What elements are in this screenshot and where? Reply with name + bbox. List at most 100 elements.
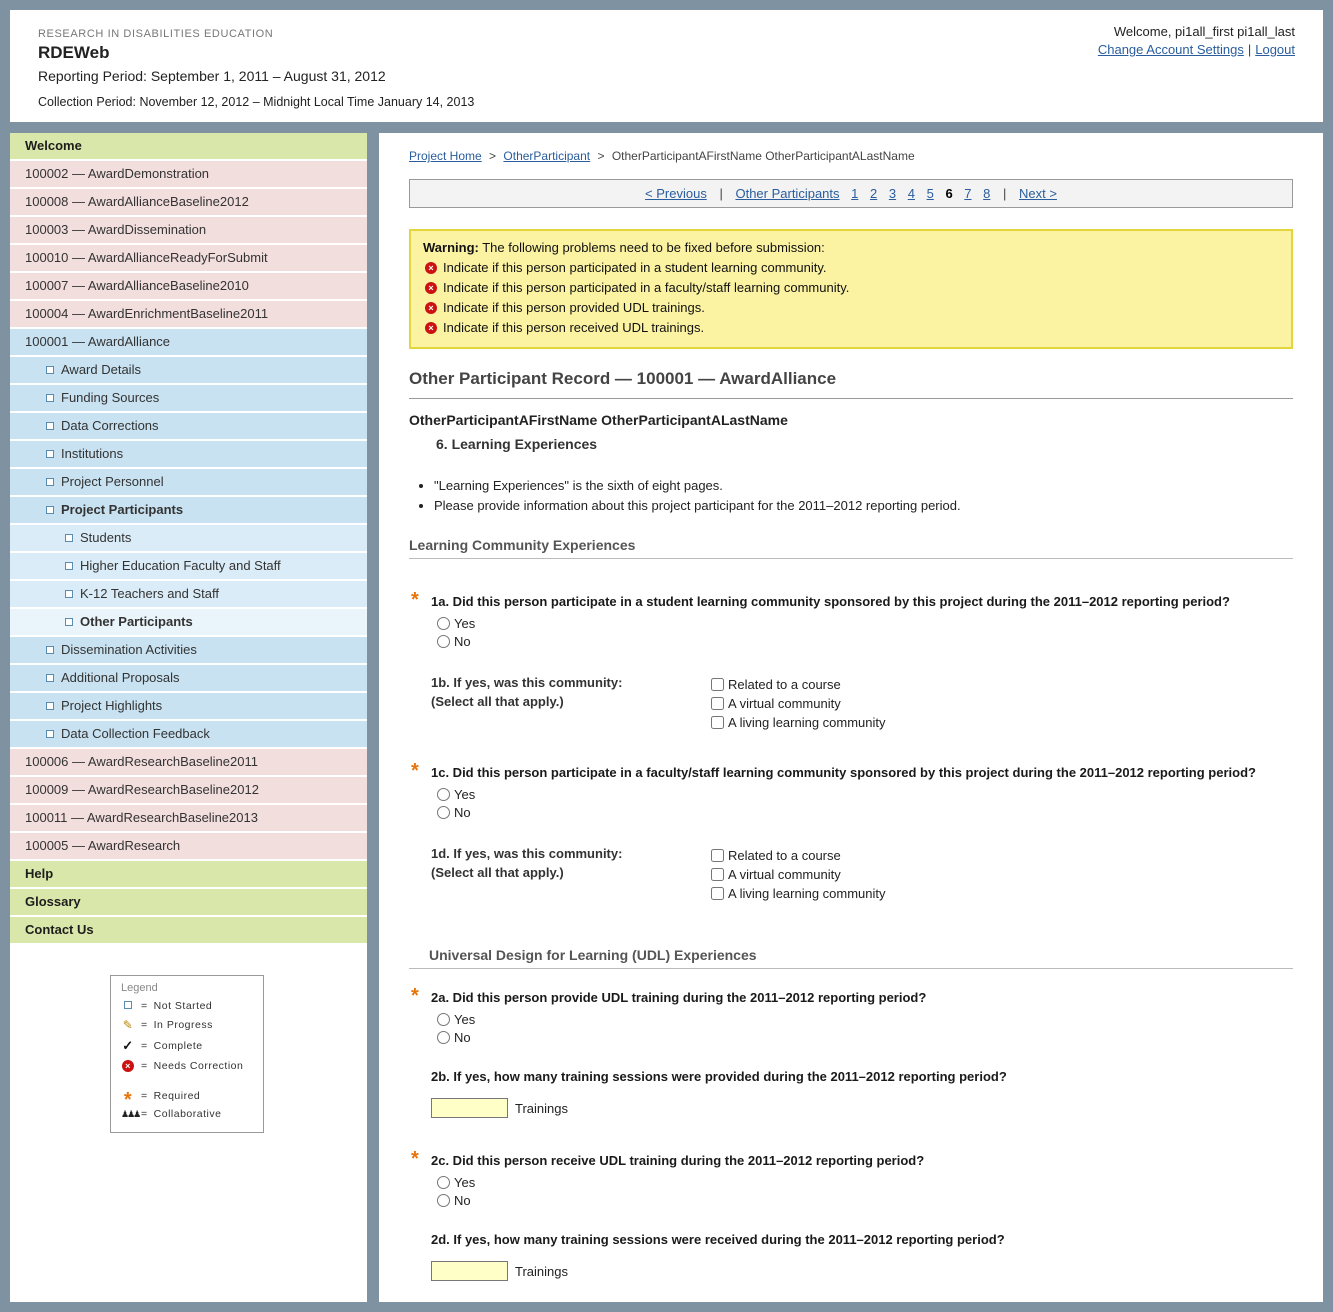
option-label: A living learning community xyxy=(728,886,886,901)
sidebar-item-glossary[interactable]: Glossary xyxy=(10,889,367,917)
sidebar-item-dissemination-activities[interactable]: Dissemination Activities xyxy=(10,637,367,665)
sidebar-item-award-100006[interactable]: 100006 — AwardResearchBaseline2011 xyxy=(10,749,367,777)
sidebar-item-award-100002[interactable]: 100002 — AwardDemonstration xyxy=(10,161,367,189)
sidebar-item-label: Dissemination Activities xyxy=(61,642,197,657)
sidebar-item-project-highlights[interactable]: Project Highlights xyxy=(10,693,367,721)
warning-text: Indicate if this person participated in … xyxy=(443,280,849,295)
q1d-related-course-checkbox[interactable] xyxy=(711,849,724,862)
sidebar-item-award-100008[interactable]: 100008 — AwardAllianceBaseline2012 xyxy=(10,189,367,217)
q1d-virtual-community-checkbox[interactable] xyxy=(711,868,724,881)
option-label: No xyxy=(454,805,471,820)
sidebar-item-higher-ed-faculty-staff[interactable]: Higher Education Faculty and Staff xyxy=(10,553,367,581)
page-link-4[interactable]: 4 xyxy=(908,186,915,201)
sidebar-item-award-100007[interactable]: 100007 — AwardAllianceBaseline2010 xyxy=(10,273,367,301)
warning-item: Indicate if this person participated in … xyxy=(423,280,1279,295)
not-started-checkbox-icon xyxy=(46,366,54,374)
trainings-received-input[interactable] xyxy=(431,1261,508,1281)
page-link-8[interactable]: 8 xyxy=(983,186,990,201)
q1a-yes-radio[interactable] xyxy=(437,617,450,630)
sidebar-item-k12-teachers-staff[interactable]: K-12 Teachers and Staff xyxy=(10,581,367,609)
q1b-related-course-checkbox[interactable] xyxy=(711,678,724,691)
sidebar-item-label: Project Participants xyxy=(61,502,183,517)
q1b-living-learning-checkbox[interactable] xyxy=(711,716,724,729)
legend-box: Legend = Not Started ✎ = In Progress ✓ =… xyxy=(110,975,264,1133)
sidebar-item-award-100005[interactable]: 100005 — AwardResearch xyxy=(10,833,367,861)
q2c-no-radio[interactable] xyxy=(437,1194,450,1207)
section-udl-experiences: Universal Design for Learning (UDL) Expe… xyxy=(409,947,1293,969)
sidebar-item-welcome[interactable]: Welcome xyxy=(10,133,367,161)
warning-intro: The following problems need to be fixed … xyxy=(482,240,825,255)
q1a-no-radio[interactable] xyxy=(437,635,450,648)
legend-title: Legend xyxy=(121,982,253,994)
sidebar-item-project-participants[interactable]: Project Participants xyxy=(10,497,367,525)
sidebar-item-help[interactable]: Help xyxy=(10,861,367,889)
page-link-7[interactable]: 7 xyxy=(964,186,971,201)
q1c-yes-option[interactable]: Yes xyxy=(437,787,1293,802)
question-2c: * 2c. Did this person receive UDL traini… xyxy=(409,1152,1279,1170)
q1b-virtual-community-checkbox[interactable] xyxy=(711,697,724,710)
record-title: Other Participant Record — 100001 — Awar… xyxy=(409,369,1293,399)
q2c-yes-radio[interactable] xyxy=(437,1176,450,1189)
page-link-1[interactable]: 1 xyxy=(851,186,858,201)
page-link-3[interactable]: 3 xyxy=(889,186,896,201)
warning-text: Indicate if this person received UDL tra… xyxy=(443,320,704,335)
q1d-living-learning-checkbox[interactable] xyxy=(711,887,724,900)
q2a-yes-option[interactable]: Yes xyxy=(437,1012,1293,1027)
sidebar-item-label: Institutions xyxy=(61,446,123,461)
q1c-options: Yes No xyxy=(437,787,1293,820)
q1b-hint: (Select all that apply.) xyxy=(431,692,711,711)
sidebar-item-additional-proposals[interactable]: Additional Proposals xyxy=(10,665,367,693)
sidebar-item-award-100011[interactable]: 100011 — AwardResearchBaseline2013 xyxy=(10,805,367,833)
sidebar-item-other-participants[interactable]: Other Participants xyxy=(10,609,367,637)
sidebar-item-institutions[interactable]: Institutions xyxy=(10,441,367,469)
legend-item-required: * = Required xyxy=(121,1090,253,1102)
logout-link[interactable]: Logout xyxy=(1255,42,1295,57)
q1b-label-block: 1b. If yes, was this community: (Select … xyxy=(431,673,711,730)
page-link-5[interactable]: 5 xyxy=(927,186,934,201)
q1a-no-option[interactable]: No xyxy=(437,634,1293,649)
q2a-yes-radio[interactable] xyxy=(437,1013,450,1026)
required-asterisk-icon: * xyxy=(411,991,419,1001)
sidebar-item-funding-sources[interactable]: Funding Sources xyxy=(10,385,367,413)
sidebar-item-award-100004[interactable]: 100004 — AwardEnrichmentBaseline2011 xyxy=(10,301,367,329)
sidebar-item-award-100009[interactable]: 100009 — AwardResearchBaseline2012 xyxy=(10,777,367,805)
sidebar-item-project-personnel[interactable]: Project Personnel xyxy=(10,469,367,497)
q2a-no-option[interactable]: No xyxy=(437,1030,1293,1045)
q1c-no-option[interactable]: No xyxy=(437,805,1293,820)
pager-separator: | xyxy=(1003,186,1006,201)
other-participants-link[interactable]: Other Participants xyxy=(735,186,839,201)
trainings-provided-input[interactable] xyxy=(431,1098,508,1118)
breadcrumb-project-home-link[interactable]: Project Home xyxy=(409,149,482,163)
required-asterisk-icon: * xyxy=(411,1154,419,1164)
q2c-no-option[interactable]: No xyxy=(437,1193,1293,1208)
q2c-yes-option[interactable]: Yes xyxy=(437,1175,1293,1190)
question-text: 2a. Did this person provide UDL training… xyxy=(431,990,926,1005)
required-asterisk-icon: * xyxy=(411,595,419,605)
q1d-living-learning-option[interactable]: A living learning community xyxy=(711,886,886,901)
q1a-yes-option[interactable]: Yes xyxy=(437,616,1293,631)
sidebar-item-award-100003[interactable]: 100003 — AwardDissemination xyxy=(10,217,367,245)
sidebar-item-data-collection-feedback[interactable]: Data Collection Feedback xyxy=(10,721,367,749)
q1c-no-radio[interactable] xyxy=(437,806,450,819)
q1d-virtual-community-option[interactable]: A virtual community xyxy=(711,867,886,882)
sidebar-item-award-100001[interactable]: 100001 — AwardAlliance xyxy=(10,329,367,357)
change-account-settings-link[interactable]: Change Account Settings xyxy=(1098,42,1244,57)
previous-page-link[interactable]: < Previous xyxy=(645,186,707,201)
sidebar-item-students[interactable]: Students xyxy=(10,525,367,553)
q1d-related-course-option[interactable]: Related to a course xyxy=(711,848,886,863)
q2a-no-radio[interactable] xyxy=(437,1031,450,1044)
q1b-related-course-option[interactable]: Related to a course xyxy=(711,677,886,692)
sidebar-item-data-corrections[interactable]: Data Corrections xyxy=(10,413,367,441)
next-page-link[interactable]: Next > xyxy=(1019,186,1057,201)
breadcrumb-other-participant-link[interactable]: OtherParticipant xyxy=(503,149,590,163)
section-learning-community: Learning Community Experiences xyxy=(409,537,1293,559)
sidebar-item-award-details[interactable]: Award Details xyxy=(10,357,367,385)
error-x-icon xyxy=(121,1060,135,1072)
sidebar-item-contact-us[interactable]: Contact Us xyxy=(10,917,367,945)
q1b-virtual-community-option[interactable]: A virtual community xyxy=(711,696,886,711)
q1b-living-learning-option[interactable]: A living learning community xyxy=(711,715,886,730)
q1c-yes-radio[interactable] xyxy=(437,788,450,801)
error-x-icon xyxy=(425,322,437,334)
sidebar-item-award-100010[interactable]: 100010 — AwardAllianceReadyForSubmit xyxy=(10,245,367,273)
page-link-2[interactable]: 2 xyxy=(870,186,877,201)
